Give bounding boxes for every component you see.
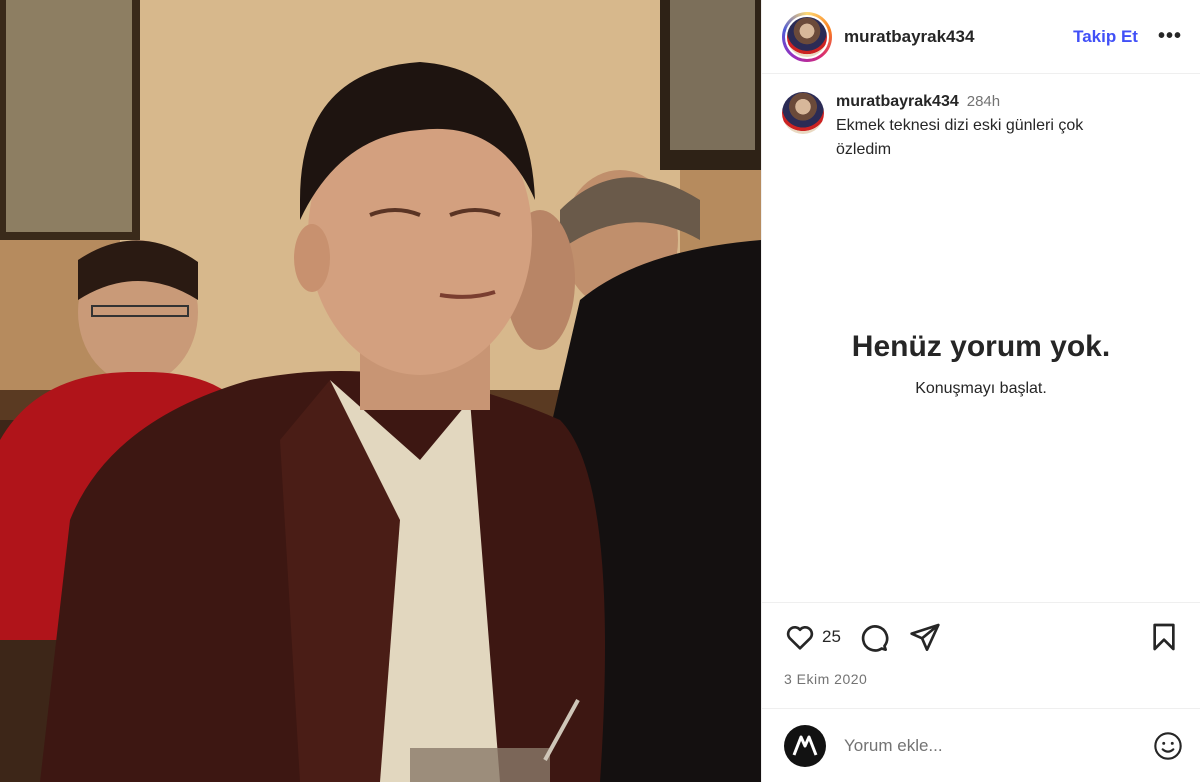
empty-comments-subtitle: Konuşmayı başlat. — [915, 380, 1047, 397]
post-side-panel: muratbayrak434 Takip Et ••• muratbayrak4… — [761, 0, 1200, 782]
caption-body: Ekmek teknesi dizi eski günleri çok özle… — [836, 117, 1084, 158]
post-header: muratbayrak434 Takip Et ••• — [762, 0, 1200, 74]
likes-count[interactable]: 25 — [822, 627, 841, 647]
post-photo[interactable] — [0, 0, 761, 782]
post-modal: muratbayrak434 Takip Et ••• muratbayrak4… — [0, 0, 1200, 782]
post-date[interactable]: 3 Ekim 2020 — [784, 671, 1180, 687]
comments-area: muratbayrak434 284h Ekmek teknesi dizi es… — [762, 74, 1200, 602]
caption-text-block: muratbayrak434 284h Ekmek teknesi dizi es… — [836, 90, 1136, 162]
post-photo-illustration — [0, 0, 761, 782]
caption-time[interactable]: 284h — [967, 93, 1000, 110]
heart-icon[interactable] — [784, 621, 816, 653]
follow-button[interactable]: Takip Et — [1073, 27, 1138, 47]
author-avatar[interactable] — [782, 11, 832, 62]
empty-comments-state: Henüz yorum yok. Konuşmayı başlat. — [762, 330, 1200, 398]
send-icon[interactable] — [909, 621, 941, 653]
caption-username[interactable]: muratbayrak434 — [836, 93, 959, 110]
emoji-icon[interactable] — [1152, 730, 1184, 762]
empty-comments-title: Henüz yorum yok. — [851, 330, 1111, 363]
comment-input[interactable] — [844, 735, 1152, 756]
avatar-ring-inner — [785, 14, 829, 59]
author-avatar-image — [787, 16, 827, 57]
comment-composer — [762, 708, 1200, 782]
more-options-icon[interactable]: ••• — [1158, 25, 1182, 48]
caption-avatar[interactable] — [782, 92, 824, 134]
comment-icon[interactable] — [857, 621, 889, 653]
post-actions: 25 3 Ekim 2020 — [762, 602, 1200, 708]
current-user-avatar[interactable] — [784, 724, 826, 767]
author-username[interactable]: muratbayrak434 — [844, 27, 1073, 47]
action-icons: 25 — [784, 621, 1180, 653]
caption: muratbayrak434 284h Ekmek teknesi dizi es… — [782, 90, 1180, 162]
bookmark-icon[interactable] — [1148, 621, 1180, 653]
current-user-avatar-logo — [792, 735, 818, 756]
